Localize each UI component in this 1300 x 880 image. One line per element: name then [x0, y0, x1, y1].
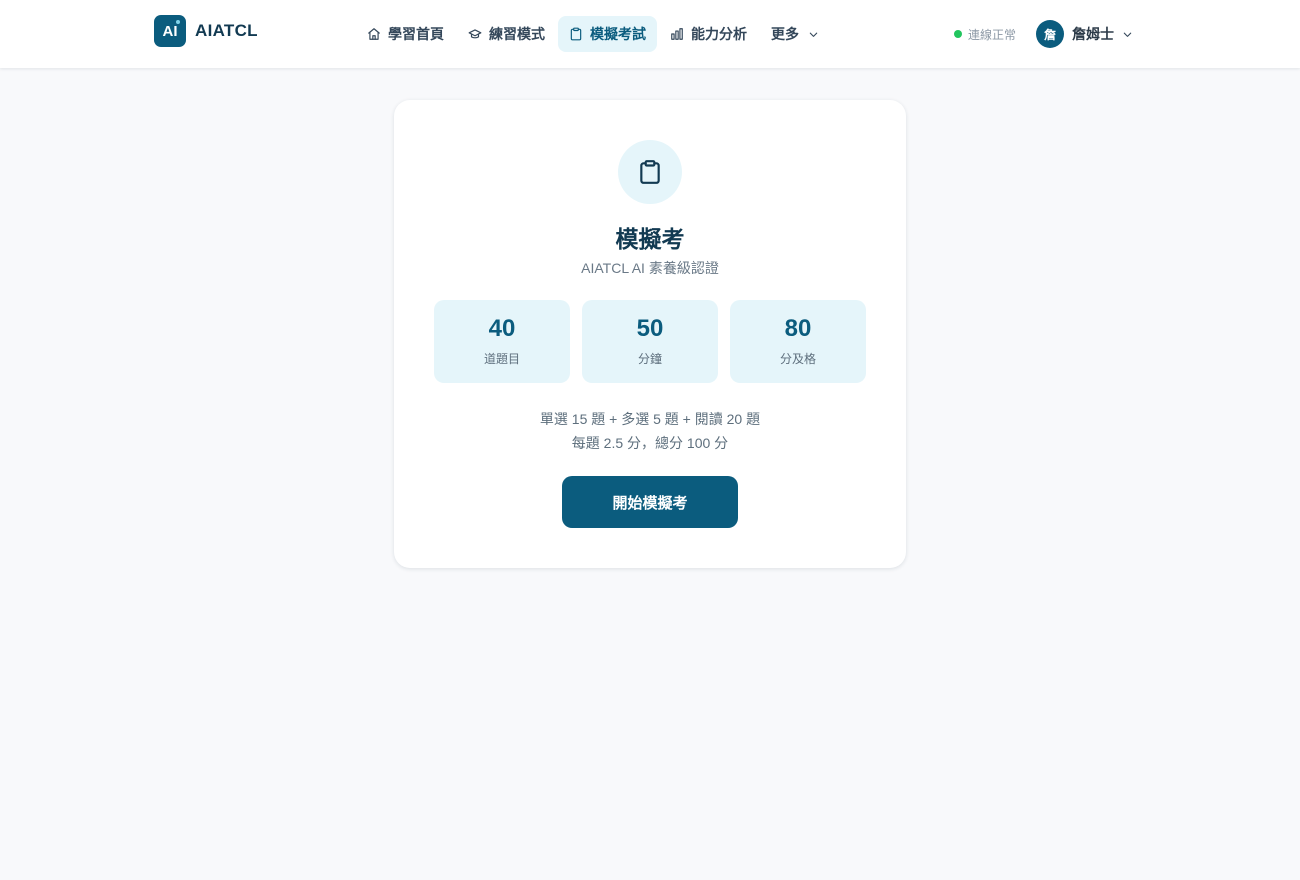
clipboard-icon: [640, 160, 660, 184]
exam-hero-icon: [618, 140, 682, 204]
logo-spark: [176, 20, 180, 24]
start-exam-button[interactable]: 開始模擬考: [562, 476, 738, 528]
logo-badge: AI: [154, 15, 186, 47]
top-navigation-bar: AI AIATCL 學習首頁 練習模式 模擬考試 能力分析 更多 連線正常 詹 …: [0, 0, 1300, 68]
bar-chart-icon: [671, 28, 683, 40]
exam-breakdown-line-2: 每題 2.5 分，總分 100 分: [571, 435, 729, 451]
nav-item-label: 能力分析: [691, 26, 747, 42]
exam-stats: 40 道題目 50 分鐘 80 分及格: [434, 300, 866, 383]
mock-exam-card: 模擬考 AIATCL AI 素養級認證 40 道題目 50 分鐘 80 分及格 …: [394, 100, 906, 568]
stat-label: 道題目: [483, 351, 520, 366]
nav-item-label: 更多: [771, 26, 799, 42]
graduation-cap-icon: [468, 29, 482, 39]
exam-subtitle: AIATCL AI 素養級認證: [581, 260, 719, 276]
user-menu[interactable]: 詹 詹姆士: [1036, 20, 1133, 48]
nav-item-mock-exam[interactable]: 模擬考試: [558, 16, 657, 52]
nav-item-label: 學習首頁: [388, 26, 444, 42]
home-icon: [368, 28, 380, 40]
user-name: 詹姆士: [1072, 26, 1114, 42]
stat-label: 分鐘: [637, 351, 662, 366]
nav-item-more[interactable]: 更多: [760, 16, 830, 52]
connection-status: 連線正常: [954, 26, 1016, 42]
nav-item-analysis[interactable]: 能力分析: [659, 16, 758, 52]
nav-item-practice[interactable]: 練習模式: [457, 16, 556, 52]
nav-item-label: 模擬考試: [590, 26, 646, 42]
page-title: 模擬考: [615, 226, 685, 252]
logo-mark: AI: [162, 22, 178, 40]
app-logo[interactable]: AI AIATCL: [154, 15, 258, 47]
stat-duration: 50 分鐘: [582, 300, 718, 383]
main-nav: 學習首頁 練習模式 模擬考試 能力分析 更多: [356, 16, 830, 52]
stat-passing-score: 80 分及格: [730, 300, 866, 383]
status-text: 連線正常: [968, 27, 1017, 42]
stat-value: 40: [488, 314, 516, 342]
stat-value: 50: [636, 314, 664, 342]
nav-item-label: 練習模式: [489, 26, 545, 42]
status-dot-icon: [954, 30, 962, 38]
app-name: AIATCL: [195, 21, 258, 40]
stat-value: 80: [784, 314, 812, 342]
chevron-down-icon: [809, 32, 818, 37]
exam-breakdown-line-1: 單選 15 題 + 多選 5 題 + 閱讀 20 題: [539, 411, 761, 427]
chevron-down-icon: [1123, 32, 1132, 37]
avatar: 詹: [1036, 20, 1064, 48]
clipboard-icon: [570, 27, 582, 41]
nav-item-home[interactable]: 學習首頁: [356, 16, 455, 52]
stat-question-count: 40 道題目: [434, 300, 570, 383]
stat-label: 分及格: [779, 351, 816, 366]
